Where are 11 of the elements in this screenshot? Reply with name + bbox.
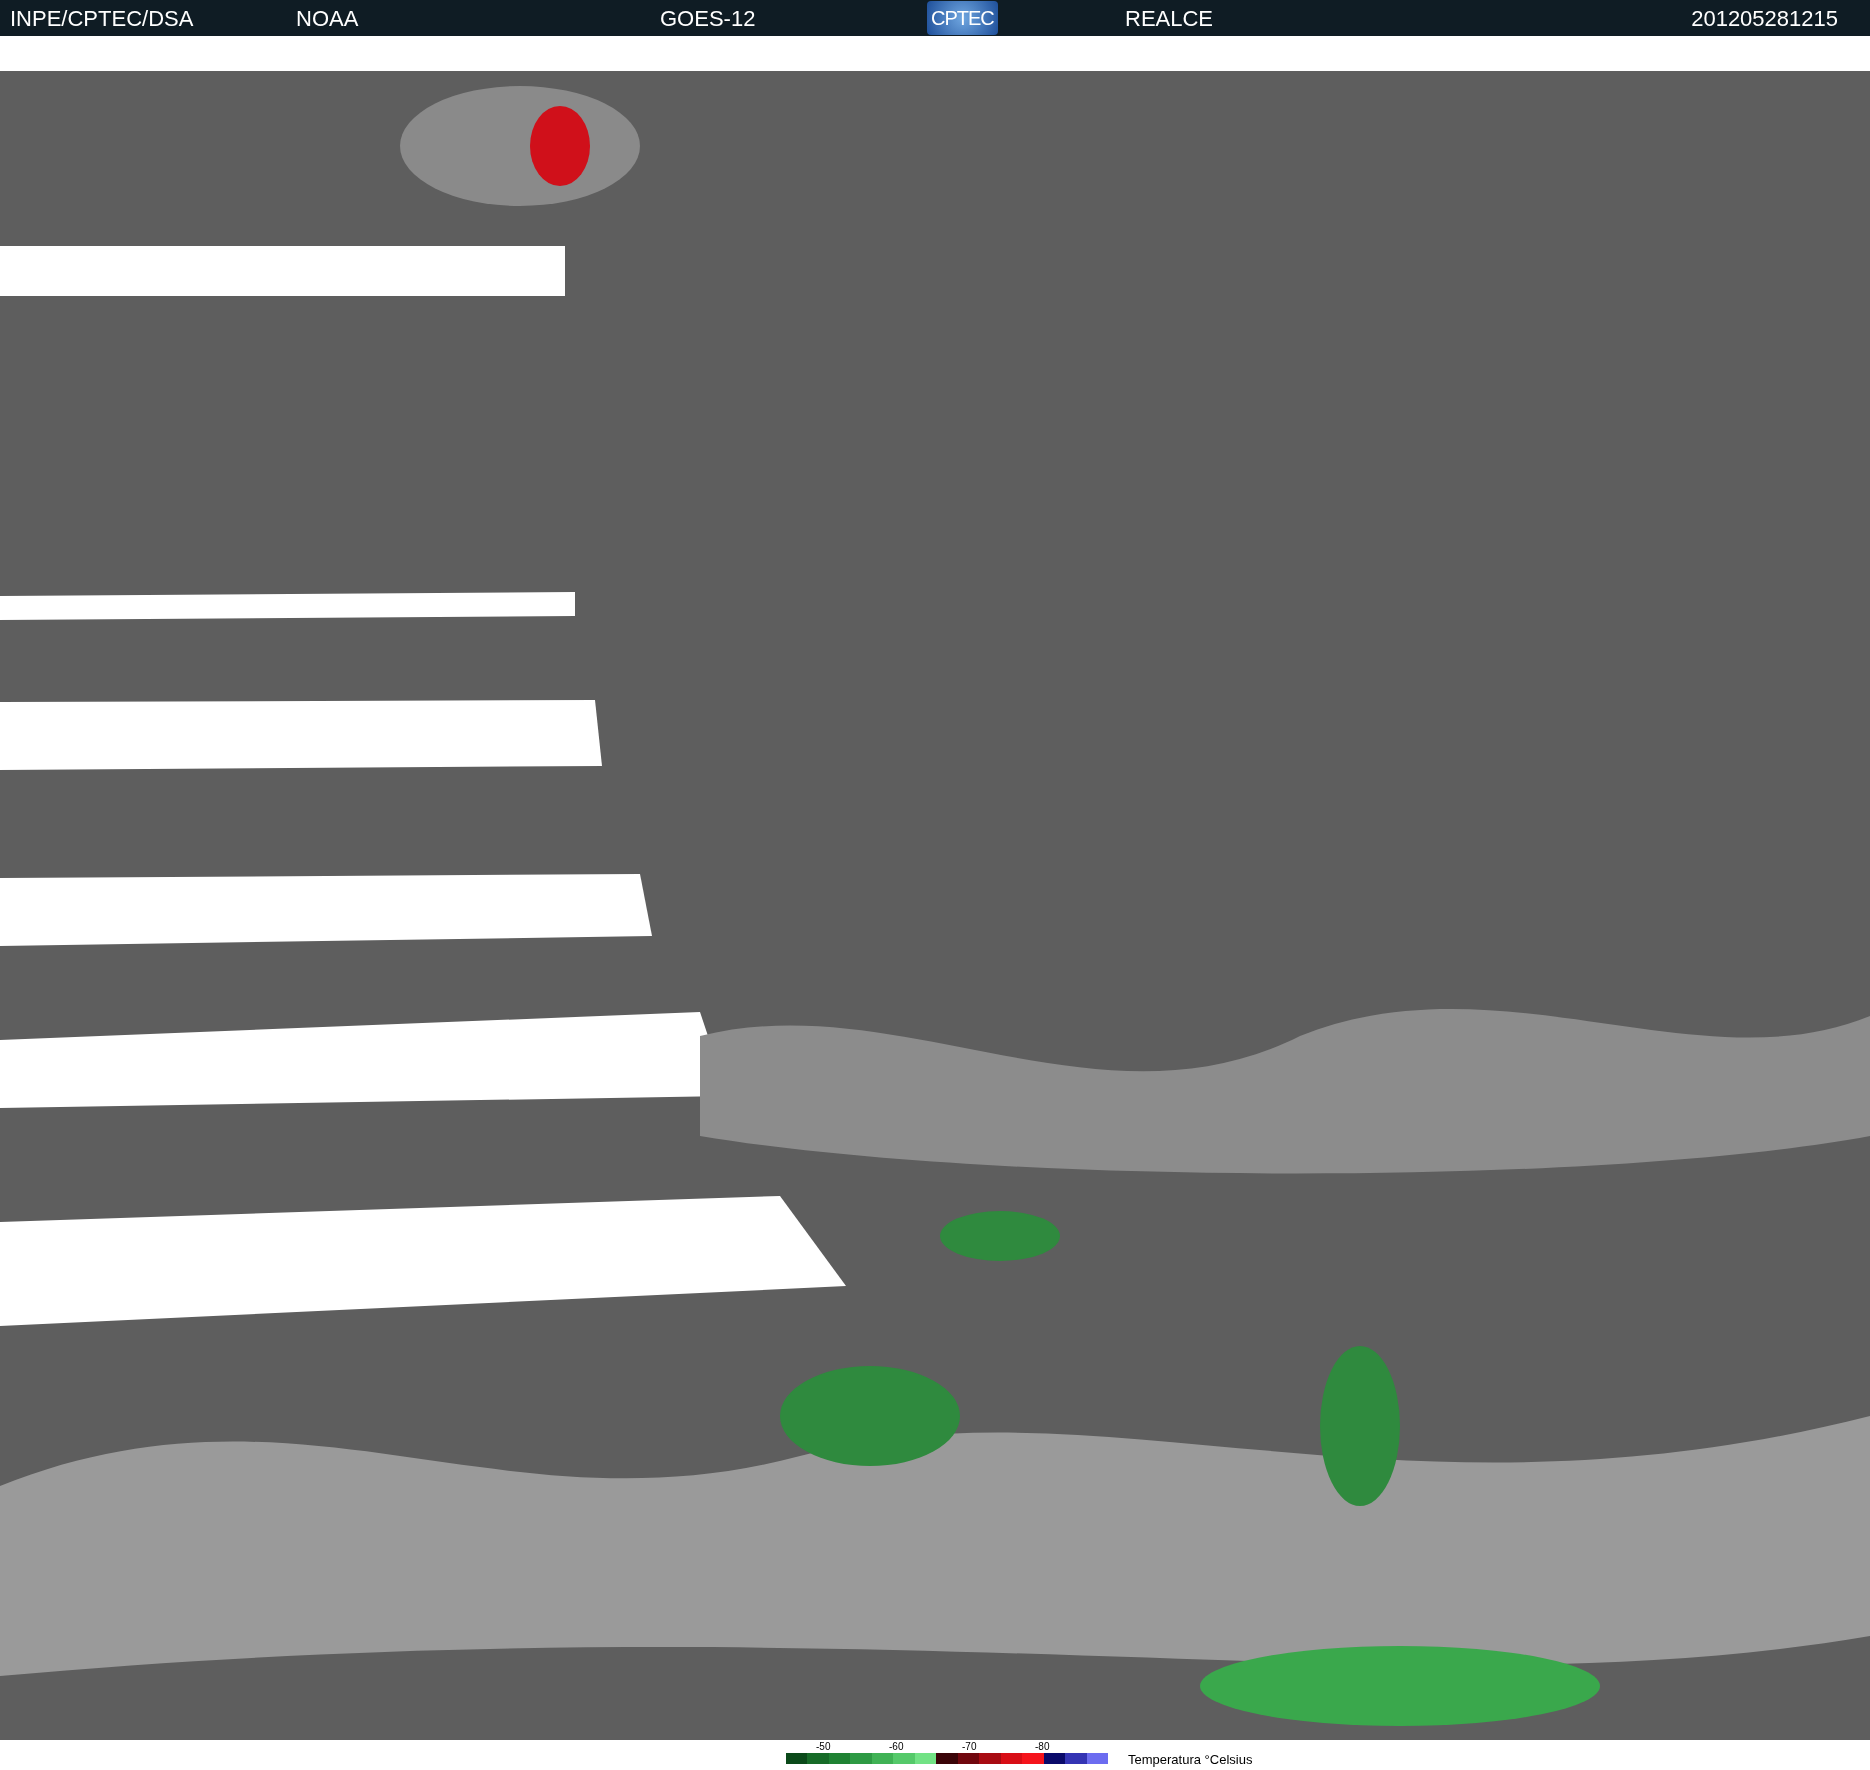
- legend-title: Temperatura °Celsius: [1128, 1752, 1253, 1767]
- header-label: INPE/CPTEC/DSA: [10, 4, 194, 33]
- logo-badge: CPTEC: [927, 1, 998, 35]
- scale-tick-label: -60: [889, 1740, 904, 1753]
- header-label: REALCE: [1125, 4, 1214, 33]
- header-label: 201205281215: [1691, 4, 1838, 33]
- scale-tick-label: -80: [1035, 1740, 1050, 1753]
- scale-tick-label: -50: [816, 1740, 831, 1753]
- header-label: NOAA: [296, 4, 359, 33]
- header-label: GOES-12: [660, 4, 756, 33]
- scale-tick-label: -70: [962, 1740, 977, 1753]
